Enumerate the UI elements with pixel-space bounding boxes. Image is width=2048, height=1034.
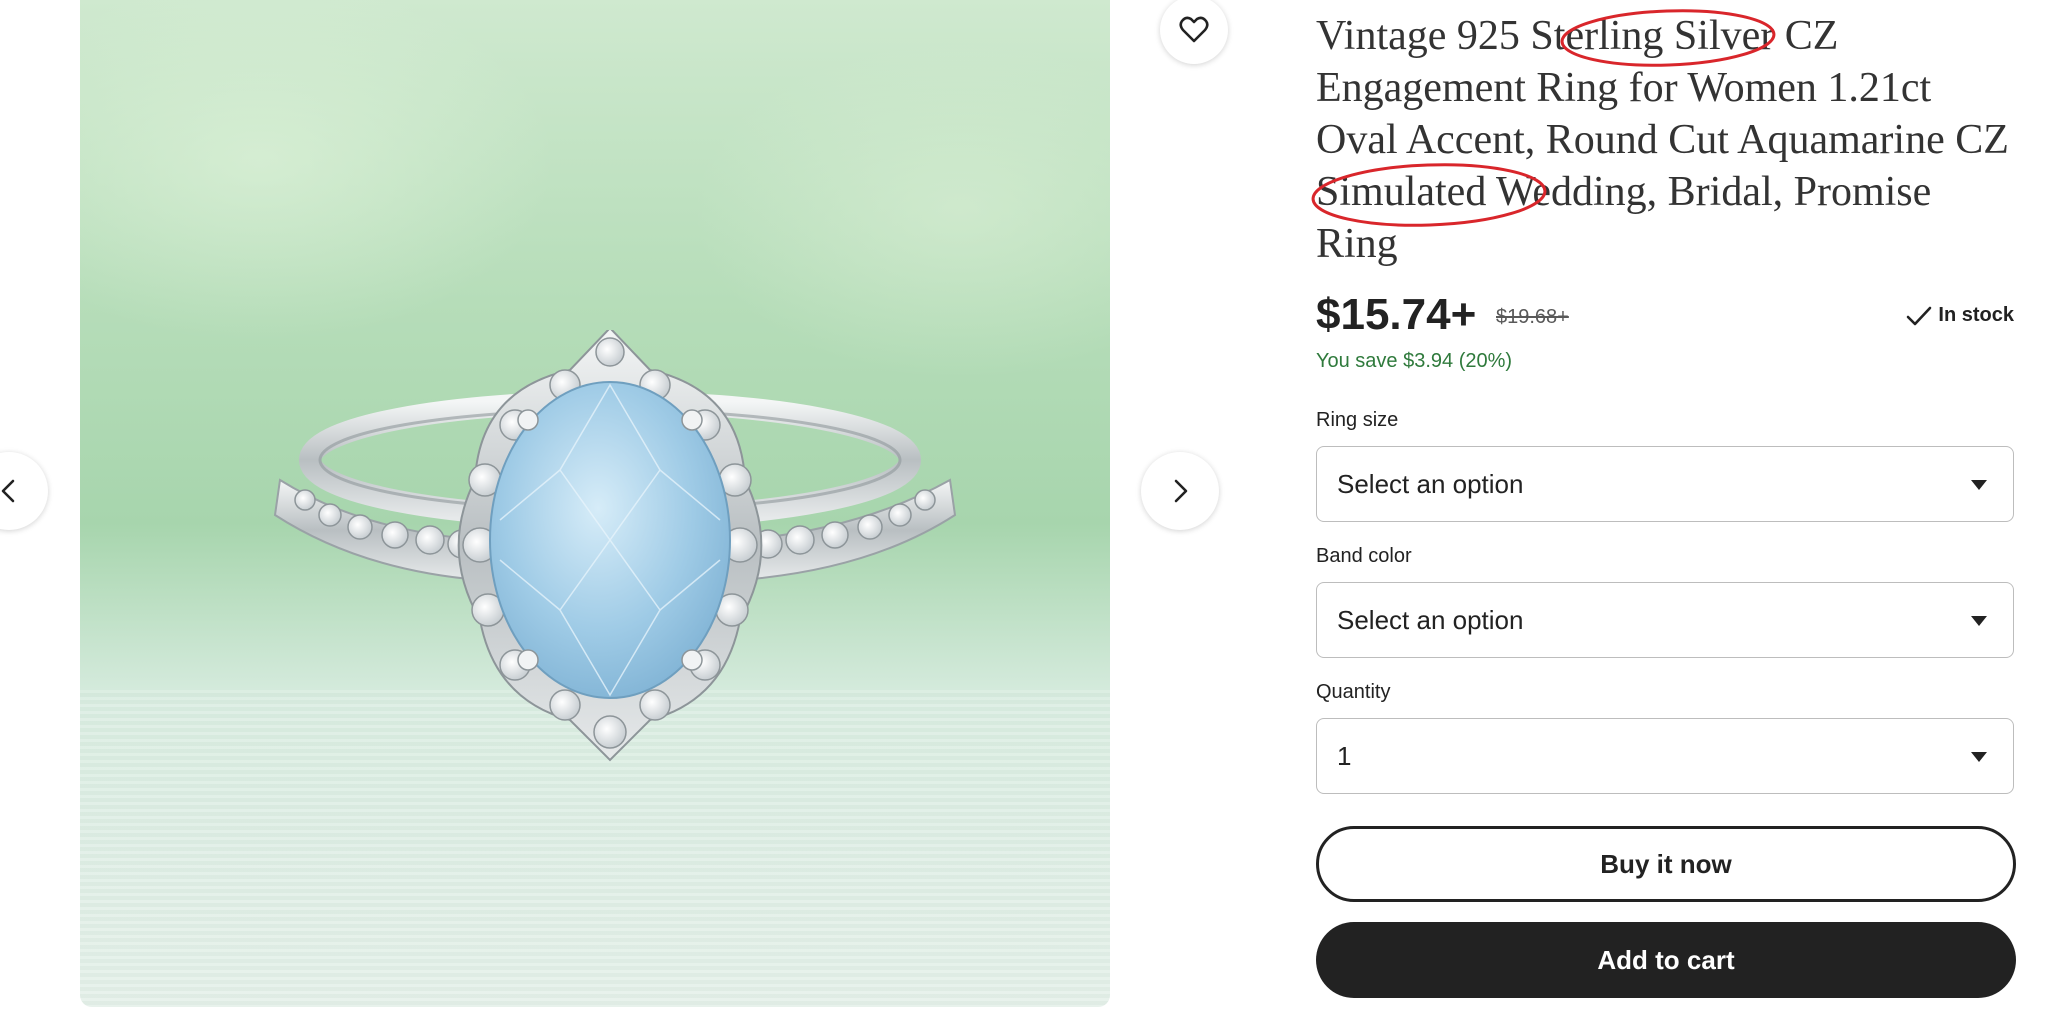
ring-image [273, 330, 957, 762]
band-color-value: Select an option [1337, 604, 1524, 635]
product-title: Vintage 925 Sterling Silver CZ Engagemen… [1316, 13, 2009, 267]
caret-down-icon [1971, 752, 1987, 762]
price-row: $15.74+ $19.68+ In stock [1316, 290, 2016, 350]
ring-size-label: Ring size [1316, 409, 1399, 431]
buy-it-now-button[interactable]: Buy it now [1316, 826, 2016, 902]
product-image[interactable] [80, 0, 1110, 1007]
band-color-label: Band color [1316, 545, 1412, 567]
ring-size-select[interactable]: Select an option [1316, 446, 2014, 522]
ring-size-value: Select an option [1337, 468, 1524, 499]
add-to-cart-button[interactable]: Add to cart [1316, 922, 2016, 998]
stock-label: In stock [1938, 304, 2014, 326]
caret-down-icon [1971, 616, 1987, 626]
quantity-select[interactable]: 1 [1316, 718, 2014, 794]
favorite-button[interactable] [1160, 0, 1228, 64]
heart-icon [1179, 16, 1209, 43]
chevron-right-icon [1174, 479, 1188, 503]
band-color-select[interactable]: Select an option [1316, 582, 2014, 658]
caret-down-icon [1971, 480, 1987, 490]
stock-status: In stock [1906, 304, 2014, 327]
check-icon [1907, 306, 1932, 325]
quantity-label: Quantity [1316, 681, 1391, 703]
original-price: $19.68+ [1496, 306, 1569, 328]
chevron-left-icon [1, 479, 15, 503]
quantity-value: 1 [1337, 740, 1352, 771]
previous-image-button[interactable] [0, 452, 48, 530]
next-image-button[interactable] [1141, 452, 1219, 530]
sale-price: $15.74+ [1316, 290, 1477, 339]
savings-text: You save $3.94 (20%) [1316, 350, 1513, 372]
